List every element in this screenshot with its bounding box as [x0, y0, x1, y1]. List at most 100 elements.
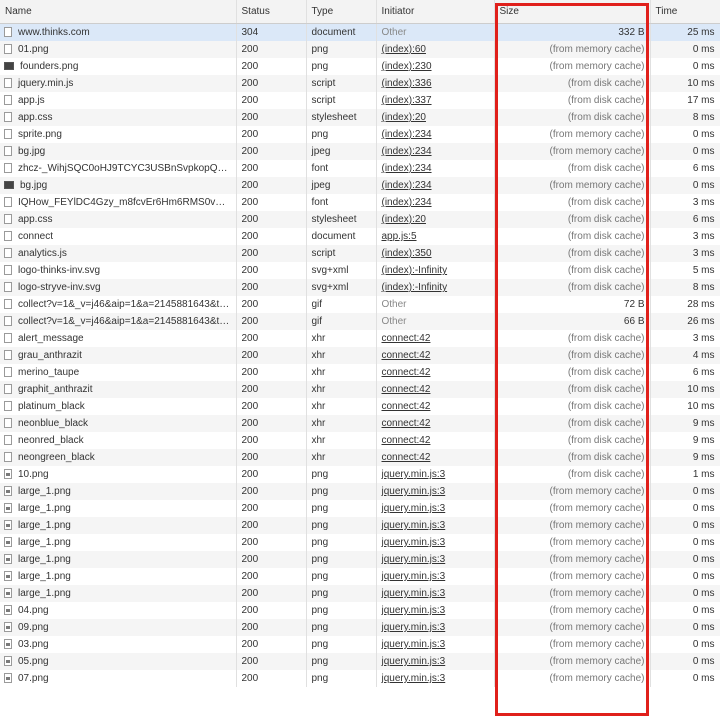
table-row[interactable]: bg.jpg 200 jpeg (index):234 (from memory cac… [0, 177, 720, 194]
request-initiator-text[interactable]: (index):-Infinity [382, 282, 448, 293]
table-row[interactable]: collect?v=1&_v=j46&aip=1&a=2145881643&t=… [0, 313, 720, 330]
request-initiator-text[interactable]: jquery.min.js:3 [382, 554, 446, 565]
request-initiator-text[interactable]: (index):336 [382, 78, 432, 89]
request-initiator-text[interactable]: (index):234 [382, 197, 432, 208]
table-row[interactable]: large_1.png 200 png jquery.min.js:3 (from me… [0, 483, 720, 500]
request-initiator[interactable]: connect:42 [376, 432, 495, 449]
table-row[interactable]: jquery.min.js 200 script (index):336 (from d… [0, 75, 720, 92]
column-header-initiator[interactable]: Initiator [376, 0, 495, 24]
table-row[interactable]: neonred_black 200 xhr connect:42 (from disk … [0, 432, 720, 449]
request-initiator[interactable]: jquery.min.js:3 [376, 466, 495, 483]
table-row[interactable]: grau_anthrazit 200 xhr connect:42 (from disk… [0, 347, 720, 364]
table-row[interactable]: app.css 200 stylesheet (index):20 (from disk… [0, 109, 720, 126]
request-initiator[interactable]: connect:42 [376, 364, 495, 381]
request-initiator-text[interactable]: connect:42 [382, 452, 431, 463]
request-initiator[interactable]: (index):-Infinity [376, 279, 495, 296]
request-initiator-text[interactable]: (index):230 [382, 61, 432, 72]
request-initiator[interactable]: (index):230 [376, 58, 495, 75]
table-row[interactable]: connect 200 document app.js:5 (from disk cac… [0, 228, 720, 245]
request-initiator-text[interactable]: (index):20 [382, 112, 426, 123]
request-initiator-text[interactable]: (index):337 [382, 95, 432, 106]
request-initiator[interactable]: (index):350 [376, 245, 495, 262]
column-header-time[interactable]: Time [650, 0, 720, 24]
table-row[interactable]: app.css 200 stylesheet (index):20 (from disk… [0, 211, 720, 228]
table-row[interactable]: 04.png 200 png jquery.min.js:3 (from memory … [0, 602, 720, 619]
request-initiator-text[interactable]: connect:42 [382, 333, 431, 344]
request-initiator-text[interactable]: jquery.min.js:3 [382, 622, 446, 633]
table-row[interactable]: sprite.png 200 png (index):234 (from memory … [0, 126, 720, 143]
request-initiator[interactable]: (index):20 [376, 109, 495, 126]
request-initiator[interactable]: jquery.min.js:3 [376, 483, 495, 500]
table-row[interactable]: large_1.png 200 png jquery.min.js:3 (from me… [0, 568, 720, 585]
request-initiator-text[interactable]: (index):60 [382, 44, 426, 55]
request-initiator-text[interactable]: jquery.min.js:3 [382, 656, 446, 667]
request-initiator-text[interactable]: jquery.min.js:3 [382, 571, 446, 582]
request-initiator[interactable]: connect:42 [376, 398, 495, 415]
column-header-name[interactable]: Name [0, 0, 237, 24]
request-initiator[interactable]: connect:42 [376, 381, 495, 398]
request-initiator[interactable]: connect:42 [376, 449, 495, 466]
table-row[interactable]: founders.png 200 png (index):230 (from memor… [0, 58, 720, 75]
request-initiator[interactable]: (index):20 [376, 211, 495, 228]
request-initiator-text[interactable]: connect:42 [382, 435, 431, 446]
request-initiator[interactable]: jquery.min.js:3 [376, 534, 495, 551]
request-initiator-text[interactable]: jquery.min.js:3 [382, 469, 446, 480]
request-initiator[interactable]: jquery.min.js:3 [376, 670, 495, 687]
request-initiator-text[interactable]: (index):234 [382, 146, 432, 157]
table-row[interactable]: www.thinks.com 304 document Other 332 B 25 ms [0, 23, 720, 41]
request-initiator-text[interactable]: app.js:5 [382, 231, 417, 242]
request-initiator[interactable]: jquery.min.js:3 [376, 619, 495, 636]
table-row[interactable]: app.js 200 script (index):337 (from disk cac… [0, 92, 720, 109]
request-initiator-text[interactable]: connect:42 [382, 384, 431, 395]
table-row[interactable]: platinum_black 200 xhr connect:42 (from disk… [0, 398, 720, 415]
table-row[interactable]: logo-thinks-inv.svg 200 svg+xml (index):-In… [0, 262, 720, 279]
request-initiator-text[interactable]: jquery.min.js:3 [382, 605, 446, 616]
request-initiator-text[interactable]: jquery.min.js:3 [382, 537, 446, 548]
table-row[interactable]: alert_message 200 xhr connect:42 (from disk … [0, 330, 720, 347]
table-row[interactable]: 07.png 200 png jquery.min.js:3 (from memory … [0, 670, 720, 687]
request-initiator-text[interactable]: connect:42 [382, 350, 431, 361]
table-row[interactable]: large_1.png 200 png jquery.min.js:3 (from me… [0, 585, 720, 602]
request-initiator-text[interactable]: jquery.min.js:3 [382, 520, 446, 531]
table-row[interactable]: logo-stryve-inv.svg 200 svg+xml (index):-In… [0, 279, 720, 296]
table-row[interactable]: analytics.js 200 script (index):350 (from di… [0, 245, 720, 262]
table-row[interactable]: IQHow_FEYlDC4Gzy_m8fcvEr6Hm6RMS0v1dtXs..… [0, 194, 720, 211]
request-initiator-text[interactable]: connect:42 [382, 418, 431, 429]
table-row[interactable]: collect?v=1&_v=j46&aip=1&a=2145881643&t=… [0, 296, 720, 313]
table-row[interactable]: large_1.png 200 png jquery.min.js:3 (from me… [0, 551, 720, 568]
request-initiator[interactable]: jquery.min.js:3 [376, 585, 495, 602]
table-row[interactable]: zhcz-_WihjSQC0oHJ9TCYC3USBnSvpkopQaUR-..… [0, 160, 720, 177]
request-initiator-text[interactable]: (index):234 [382, 163, 432, 174]
request-initiator[interactable]: (index):234 [376, 177, 495, 194]
request-initiator[interactable]: connect:42 [376, 415, 495, 432]
request-initiator-text[interactable]: jquery.min.js:3 [382, 486, 446, 497]
request-initiator-text[interactable]: (index):20 [382, 214, 426, 225]
request-initiator-text[interactable]: (index):234 [382, 129, 432, 140]
column-header-size[interactable]: Size [494, 0, 651, 24]
request-initiator[interactable]: jquery.min.js:3 [376, 636, 495, 653]
request-initiator[interactable]: jquery.min.js:3 [376, 602, 495, 619]
table-row[interactable]: 09.png 200 png jquery.min.js:3 (from memory … [0, 619, 720, 636]
column-header-status[interactable]: Status [236, 0, 307, 24]
table-row[interactable]: 03.png 200 png jquery.min.js:3 (from memory … [0, 636, 720, 653]
request-initiator-text[interactable]: jquery.min.js:3 [382, 588, 446, 599]
request-initiator[interactable]: app.js:5 [376, 228, 495, 245]
table-row[interactable]: 05.png 200 png jquery.min.js:3 (from memory … [0, 653, 720, 670]
table-row[interactable]: 10.png 200 png jquery.min.js:3 (from disk ca… [0, 466, 720, 483]
request-initiator-text[interactable]: (index):350 [382, 248, 432, 259]
table-row[interactable]: large_1.png 200 png jquery.min.js:3 (from me… [0, 500, 720, 517]
table-row[interactable]: neongreen_black 200 xhr connect:42 (from dis… [0, 449, 720, 466]
request-initiator[interactable]: jquery.min.js:3 [376, 653, 495, 670]
request-initiator-text[interactable]: connect:42 [382, 367, 431, 378]
table-row[interactable]: merino_taupe 200 xhr connect:42 (from disk c… [0, 364, 720, 381]
request-initiator-text[interactable]: connect:42 [382, 401, 431, 412]
request-initiator-text[interactable]: jquery.min.js:3 [382, 673, 446, 684]
request-initiator[interactable]: (index):336 [376, 75, 495, 92]
request-initiator[interactable]: (index):234 [376, 126, 495, 143]
request-initiator[interactable]: jquery.min.js:3 [376, 551, 495, 568]
request-initiator[interactable]: (index):-Infinity [376, 262, 495, 279]
request-initiator-text[interactable]: jquery.min.js:3 [382, 639, 446, 650]
table-row[interactable]: graphit_anthrazit 200 xhr connect:42 (from d… [0, 381, 720, 398]
request-initiator[interactable]: connect:42 [376, 347, 495, 364]
request-initiator[interactable]: (index):60 [376, 41, 495, 58]
